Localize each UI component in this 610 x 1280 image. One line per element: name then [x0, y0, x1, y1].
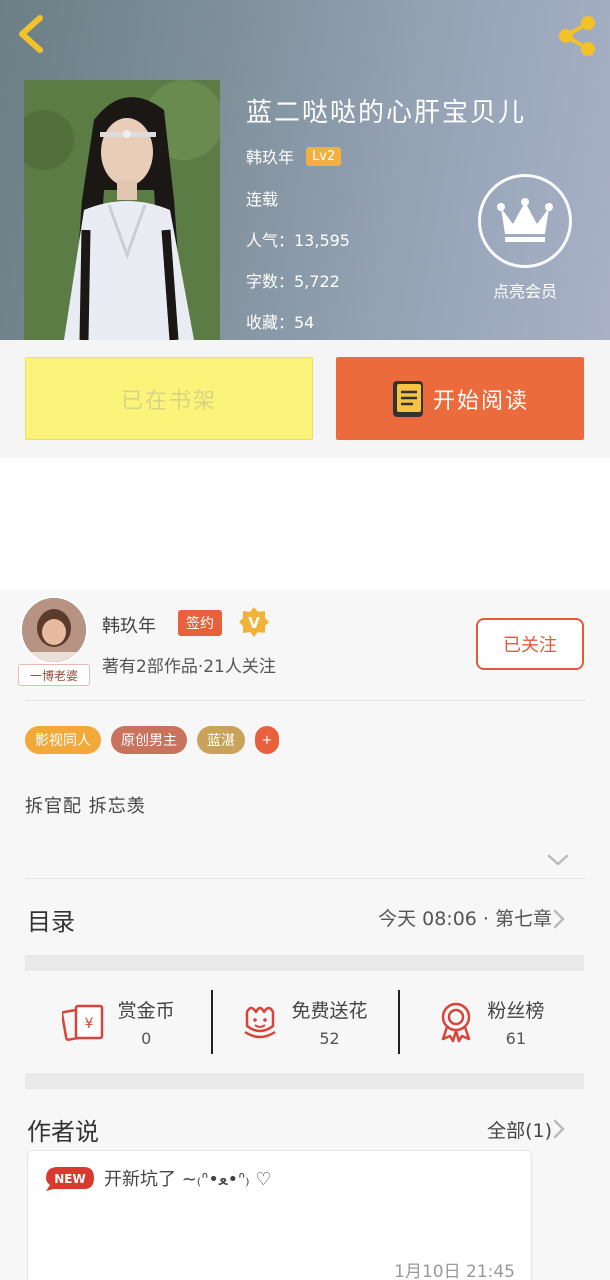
blank-area: [0, 458, 610, 590]
in-bookshelf-button[interactable]: 已在书架: [25, 357, 313, 440]
follow-button[interactable]: 已关注: [476, 618, 584, 670]
divider: [25, 878, 585, 879]
tag-list: 影视同人 原创男主 蓝湛 +: [25, 726, 279, 754]
chevron-down-icon: [547, 854, 569, 866]
stat-value: 61: [505, 1029, 526, 1048]
send-flower-text: 免费送花 52: [291, 996, 367, 1048]
stat-label: 赏金币: [117, 1000, 175, 1022]
vip-button[interactable]: 点亮会员: [478, 174, 572, 302]
stat-label: 粉丝榜: [487, 1000, 545, 1022]
author-name[interactable]: 韩玖年: [246, 144, 294, 168]
back-button[interactable]: [14, 12, 54, 56]
divider: [25, 700, 585, 701]
stat-label: 免费送花: [291, 1000, 368, 1022]
popularity-count: 人气：13,595: [246, 231, 350, 250]
vip-circle: [478, 174, 572, 268]
serial-status: 连载: [246, 190, 279, 209]
chevron-left-icon: [19, 15, 43, 53]
favorites-count: 收藏：54: [246, 313, 315, 332]
fan-ranking-text: 粉丝榜 61: [487, 996, 544, 1048]
view-all-notes-link[interactable]: 全部(1): [487, 1116, 552, 1143]
stat-value: 0: [141, 1029, 152, 1048]
table-of-contents-row[interactable]: 目录 今天 08:06 · 第七章: [0, 880, 610, 956]
author-card: 一博老婆 韩玖年 签约 V 著有2部作品·21人关注 已关注: [0, 590, 610, 690]
section-separator: [25, 955, 584, 971]
share-icon: [559, 16, 595, 56]
book-description: 拆官配 拆忘羡: [25, 796, 146, 817]
reward-coins-button[interactable]: ¥ 赏金币 0: [25, 980, 211, 1064]
verified-v-text: V: [248, 614, 260, 632]
svg-text:¥: ¥: [84, 1016, 93, 1032]
crown-icon: [497, 198, 553, 242]
follow-label: 已关注: [503, 635, 557, 656]
author-says-title: 作者说: [27, 1118, 99, 1146]
word-count: 字数：5,722: [246, 272, 340, 291]
new-badge-text: NEW: [54, 1172, 85, 1186]
author-note-time: 1月10日 21:45: [394, 1262, 515, 1280]
avatar-illustration: [22, 598, 86, 662]
vip-label: 点亮会员: [492, 282, 557, 301]
start-reading-button[interactable]: 开始阅读: [336, 357, 584, 440]
start-reading-label: 开始阅读: [432, 388, 529, 414]
flower-icon: [244, 1006, 277, 1039]
avatar-tag: 一博老婆: [18, 664, 90, 686]
send-flower-button[interactable]: 免费送花 52: [211, 980, 397, 1064]
section-separator: [25, 1073, 584, 1089]
stat-value: 52: [319, 1029, 340, 1048]
in-bookshelf-label: 已在书架: [120, 388, 217, 414]
medal-icon: [442, 1002, 471, 1043]
share-button[interactable]: [554, 14, 600, 58]
expand-description-button[interactable]: [546, 852, 570, 868]
chevron-right-icon[interactable]: [552, 1118, 566, 1140]
red-envelope-icon: ¥: [61, 1004, 103, 1041]
book-cover-image[interactable]: [24, 80, 220, 340]
author-stats: 著有2部作品·21人关注: [102, 657, 276, 677]
chevron-right-icon: [553, 909, 565, 929]
author-row: 韩玖年 Lv2: [246, 144, 342, 168]
author-avatar[interactable]: [20, 596, 88, 664]
tag-item[interactable]: 原创男主: [111, 726, 187, 754]
toc-title: 目录: [27, 908, 75, 936]
author-note-card[interactable]: NEW 开新坑了 ~₍ᐢ•ﻌ•ᐢ₎ ♡ 1月10日 21:45: [27, 1150, 532, 1280]
fan-ranking-button[interactable]: 粉丝榜 61: [397, 980, 584, 1064]
tag-item[interactable]: 影视同人: [25, 726, 101, 754]
new-badge: NEW: [46, 1167, 94, 1191]
book-title: 蓝二哒哒的心肝宝贝儿: [246, 98, 527, 128]
verified-icon: V: [239, 607, 269, 637]
more-tags-button[interactable]: +: [255, 726, 279, 754]
author-card-name[interactable]: 韩玖年: [102, 612, 156, 638]
reward-coins-text: 赏金币 0: [118, 996, 175, 1048]
book-icon: [392, 380, 423, 417]
author-note-text: 开新坑了 ~₍ᐢ•ﻌ•ᐢ₎ ♡: [104, 1169, 272, 1190]
book-header: 蓝二哒哒的心肝宝贝儿 韩玖年 Lv2 连载 人气：13,595 字数：5,722…: [0, 0, 610, 340]
action-bar: 已在书架 开始阅读: [0, 340, 610, 458]
signed-badge: 签约: [178, 610, 222, 636]
cover-portrait-illustration: [24, 80, 220, 340]
latest-chapter: 今天 08:06 · 第七章: [378, 908, 552, 930]
level-badge: Lv2: [306, 146, 342, 166]
verified-v-badge: V: [238, 606, 270, 638]
tag-item[interactable]: 蓝湛: [197, 726, 245, 754]
stats-row: ¥ 赏金币 0 免费送花 52 粉丝榜 61: [25, 980, 584, 1064]
